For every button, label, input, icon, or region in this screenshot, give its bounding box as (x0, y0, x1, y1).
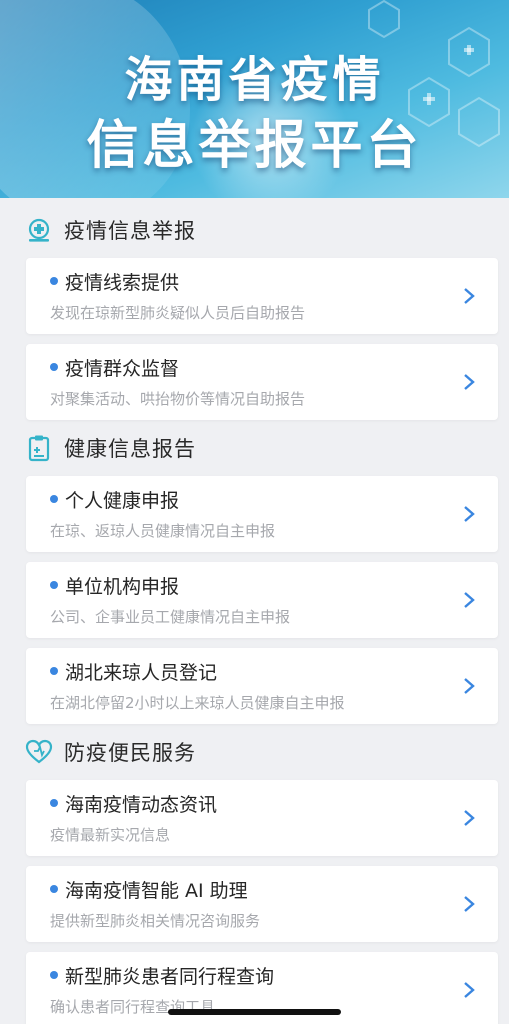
section-title: 疫情信息举报 (64, 219, 196, 243)
item-subtitle: 公司、企事业员工健康情况自主申报 (50, 608, 291, 626)
banner-title-line1: 海南省疫情 (124, 52, 385, 108)
bullet-dot (50, 667, 58, 675)
chevron-right-icon (464, 678, 475, 694)
page: 海南省疫情 信息举报平台 疫情信息举报 疫情线索提供 发现在琼新型肺炎疑似人员后… (0, 0, 509, 1024)
section-header-services: 防疫便民服务 (0, 724, 509, 780)
chevron-right-icon (464, 810, 475, 826)
header-banner: 海南省疫情 信息举报平台 (0, 0, 509, 198)
chevron-right-icon (464, 982, 475, 998)
item-title: 海南疫情动态资讯 (65, 794, 218, 816)
heart-icon (24, 737, 54, 767)
bullet-dot (50, 277, 58, 285)
list-item-organization-report[interactable]: 单位机构申报 公司、企事业员工健康情况自主申报 (26, 562, 498, 638)
bullet-dot (50, 799, 58, 807)
item-subtitle: 疫情最新实况信息 (50, 826, 171, 844)
chevron-right-icon (464, 896, 475, 912)
item-title: 个人健康申报 (65, 490, 180, 512)
section-title: 健康信息报告 (64, 437, 196, 461)
item-title: 疫情群众监督 (65, 358, 180, 380)
bullet-dot (50, 885, 58, 893)
medical-cross-icon (24, 215, 54, 245)
item-title: 新型肺炎患者同行程查询 (65, 966, 275, 988)
chevron-right-icon (464, 592, 475, 608)
list-item-personal-health[interactable]: 个人健康申报 在琼、返琼人员健康情况自主申报 (26, 476, 498, 552)
item-subtitle: 提供新型肺炎相关情况咨询服务 (50, 912, 261, 930)
item-title: 疫情线索提供 (65, 272, 180, 294)
item-title: 海南疫情智能 AI 助理 (65, 880, 248, 902)
item-subtitle: 在琼、返琼人员健康情况自主申报 (50, 522, 276, 540)
list-item-ai-assistant[interactable]: 海南疫情智能 AI 助理 提供新型肺炎相关情况咨询服务 (26, 866, 498, 942)
section-title: 防疫便民服务 (64, 741, 196, 765)
section-header-report: 疫情信息举报 (0, 202, 509, 258)
bullet-dot (50, 363, 58, 371)
bullet-dot (50, 581, 58, 589)
item-subtitle: 在湖北停留2小时以上来琼人员健康自主申报 (50, 694, 345, 712)
item-subtitle: 对聚集活动、哄抬物价等情况自助报告 (50, 390, 306, 408)
list-item-hubei-registration[interactable]: 湖北来琼人员登记 在湖北停留2小时以上来琼人员健康自主申报 (26, 648, 498, 724)
list-item-clue-report[interactable]: 疫情线索提供 发现在琼新型肺炎疑似人员后自助报告 (26, 258, 498, 334)
chevron-right-icon (464, 288, 475, 304)
section-header-health: 健康信息报告 (0, 420, 509, 476)
banner-title-line2: 信息举报平台 (86, 116, 423, 176)
item-title: 湖北来琼人员登记 (65, 662, 218, 684)
list-item-hainan-news[interactable]: 海南疫情动态资讯 疫情最新实况信息 (26, 780, 498, 856)
item-title: 单位机构申报 (65, 576, 180, 598)
list-item-public-supervision[interactable]: 疫情群众监督 对聚集活动、哄抬物价等情况自助报告 (26, 344, 498, 420)
clipboard-icon (24, 433, 54, 463)
item-subtitle: 发现在琼新型肺炎疑似人员后自助报告 (50, 304, 306, 322)
chevron-right-icon (464, 374, 475, 390)
chevron-right-icon (464, 506, 475, 522)
home-indicator[interactable] (168, 1009, 341, 1015)
bullet-dot (50, 495, 58, 503)
bullet-dot (50, 971, 58, 979)
